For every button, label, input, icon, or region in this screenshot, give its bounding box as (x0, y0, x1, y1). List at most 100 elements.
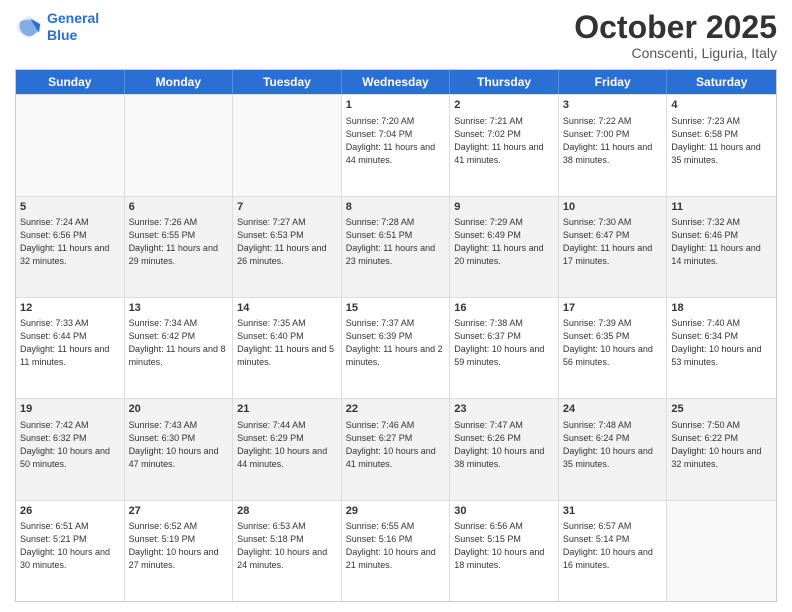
day-num-1-3: 8 (346, 200, 446, 215)
cal-cell-3-1: 20 Sunrise: 7:43 AM Sunset: 6:30 PM Dayli… (125, 399, 234, 499)
calendar-body: 1 Sunrise: 7:20 AM Sunset: 7:04 PM Daylig… (16, 94, 776, 601)
calendar: Sunday Monday Tuesday Wednesday Thursday… (15, 69, 777, 602)
day-info-2-5: Sunrise: 7:39 AM Sunset: 6:35 PM Dayligh… (563, 317, 663, 369)
day-info-4-0: Sunrise: 6:51 AM Sunset: 5:21 PM Dayligh… (20, 520, 120, 572)
day-num-2-1: 13 (129, 301, 229, 316)
cal-cell-2-4: 16Sunrise: 7:38 AM Sunset: 6:37 PM Dayli… (450, 298, 559, 398)
cal-cell-3-6: 25Sunrise: 7:50 AM Sunset: 6:22 PM Dayli… (667, 399, 776, 499)
day-num-2-3: 15 (346, 301, 446, 316)
cal-cell-0-2 (233, 95, 342, 195)
logo: General Blue (15, 10, 99, 44)
day-info-1-4: Sunrise: 7:29 AM Sunset: 6:49 PM Dayligh… (454, 216, 554, 268)
day-info-2-2: Sunrise: 7:35 AM Sunset: 6:40 PM Dayligh… (237, 317, 337, 369)
cal-cell-4-5: 31Sunrise: 6:57 AM Sunset: 5:14 PM Dayli… (559, 501, 668, 601)
day-num-0-5: 3 (563, 98, 663, 113)
cal-cell-1-4: 9Sunrise: 7:29 AM Sunset: 6:49 PM Daylig… (450, 197, 559, 297)
cal-cell-0-1 (125, 95, 234, 195)
cal-row-3: 19 Sunrise: 7:42 AM Sunset: 6:32 PM Dayli… (16, 398, 776, 499)
day-num-4-2: 28 (237, 504, 337, 519)
cal-cell-1-0: 5Sunrise: 7:24 AM Sunset: 6:56 PM Daylig… (16, 197, 125, 297)
cal-cell-4-1: 27Sunrise: 6:52 AM Sunset: 5:19 PM Dayli… (125, 501, 234, 601)
cal-cell-3-5: 24 Sunrise: 7:48 AM Sunset: 6:24 PM Dayli… (559, 399, 668, 499)
logo-icon (15, 13, 43, 41)
day-info-2-1: Sunrise: 7:34 AM Sunset: 6:42 PM Dayligh… (129, 317, 229, 369)
header-friday: Friday (559, 70, 668, 94)
day-info-2-3: Sunrise: 7:37 AM Sunset: 6:39 PM Dayligh… (346, 317, 446, 369)
cal-row-2: 12Sunrise: 7:33 AM Sunset: 6:44 PM Dayli… (16, 297, 776, 398)
header: General Blue October 2025 Conscenti, Lig… (15, 10, 777, 61)
day-info-3-1: Sunrise: 7:43 AM Sunset: 6:30 PM Dayligh… (129, 419, 229, 471)
day-num-4-5: 31 (563, 504, 663, 519)
day-info-4-5: Sunrise: 6:57 AM Sunset: 5:14 PM Dayligh… (563, 520, 663, 572)
cal-cell-4-0: 26Sunrise: 6:51 AM Sunset: 5:21 PM Dayli… (16, 501, 125, 601)
cal-cell-4-2: 28Sunrise: 6:53 AM Sunset: 5:18 PM Dayli… (233, 501, 342, 601)
day-info-3-2: Sunrise: 7:44 AM Sunset: 6:29 PM Dayligh… (237, 419, 337, 471)
day-info-1-6: Sunrise: 7:32 AM Sunset: 6:46 PM Dayligh… (671, 216, 772, 268)
calendar-header: Sunday Monday Tuesday Wednesday Thursday… (16, 70, 776, 94)
day-info-3-5: Sunrise: 7:48 AM Sunset: 6:24 PM Dayligh… (563, 419, 663, 471)
day-num-0-3: 1 (346, 98, 446, 113)
day-num-3-5: 24 (563, 402, 663, 417)
day-num-1-4: 9 (454, 200, 554, 215)
day-info-0-3: Sunrise: 7:20 AM Sunset: 7:04 PM Dayligh… (346, 115, 446, 167)
day-num-2-6: 18 (671, 301, 772, 316)
day-info-3-6: Sunrise: 7:50 AM Sunset: 6:22 PM Dayligh… (671, 419, 772, 471)
day-num-4-1: 27 (129, 504, 229, 519)
day-num-2-0: 12 (20, 301, 120, 316)
day-num-3-1: 20 (129, 402, 229, 417)
day-info-1-1: Sunrise: 7:26 AM Sunset: 6:55 PM Dayligh… (129, 216, 229, 268)
day-info-2-0: Sunrise: 7:33 AM Sunset: 6:44 PM Dayligh… (20, 317, 120, 369)
day-info-4-4: Sunrise: 6:56 AM Sunset: 5:15 PM Dayligh… (454, 520, 554, 572)
cal-cell-1-6: 11Sunrise: 7:32 AM Sunset: 6:46 PM Dayli… (667, 197, 776, 297)
day-num-1-6: 11 (671, 200, 772, 215)
header-sunday: Sunday (16, 70, 125, 94)
day-info-4-2: Sunrise: 6:53 AM Sunset: 5:18 PM Dayligh… (237, 520, 337, 572)
day-info-2-6: Sunrise: 7:40 AM Sunset: 6:34 PM Dayligh… (671, 317, 772, 369)
header-thursday: Thursday (450, 70, 559, 94)
cal-cell-0-0 (16, 95, 125, 195)
cal-cell-2-0: 12Sunrise: 7:33 AM Sunset: 6:44 PM Dayli… (16, 298, 125, 398)
cal-cell-2-1: 13Sunrise: 7:34 AM Sunset: 6:42 PM Dayli… (125, 298, 234, 398)
page: General Blue October 2025 Conscenti, Lig… (0, 0, 792, 612)
day-num-2-2: 14 (237, 301, 337, 316)
day-info-3-0: Sunrise: 7:42 AM Sunset: 6:32 PM Dayligh… (20, 419, 120, 471)
subtitle: Conscenti, Liguria, Italy (574, 45, 777, 61)
cal-cell-4-4: 30Sunrise: 6:56 AM Sunset: 5:15 PM Dayli… (450, 501, 559, 601)
day-num-1-0: 5 (20, 200, 120, 215)
cal-cell-2-6: 18Sunrise: 7:40 AM Sunset: 6:34 PM Dayli… (667, 298, 776, 398)
day-info-1-5: Sunrise: 7:30 AM Sunset: 6:47 PM Dayligh… (563, 216, 663, 268)
cal-row-0: 1 Sunrise: 7:20 AM Sunset: 7:04 PM Daylig… (16, 94, 776, 195)
cal-cell-0-4: 2Sunrise: 7:21 AM Sunset: 7:02 PM Daylig… (450, 95, 559, 195)
day-num-4-4: 30 (454, 504, 554, 519)
cal-row-4: 26Sunrise: 6:51 AM Sunset: 5:21 PM Dayli… (16, 500, 776, 601)
day-info-1-3: Sunrise: 7:28 AM Sunset: 6:51 PM Dayligh… (346, 216, 446, 268)
day-num-2-5: 17 (563, 301, 663, 316)
cal-cell-1-2: 7Sunrise: 7:27 AM Sunset: 6:53 PM Daylig… (233, 197, 342, 297)
month-title: October 2025 (574, 10, 777, 45)
day-info-1-2: Sunrise: 7:27 AM Sunset: 6:53 PM Dayligh… (237, 216, 337, 268)
cal-row-1: 5Sunrise: 7:24 AM Sunset: 6:56 PM Daylig… (16, 196, 776, 297)
cal-cell-1-5: 10Sunrise: 7:30 AM Sunset: 6:47 PM Dayli… (559, 197, 668, 297)
day-info-4-3: Sunrise: 6:55 AM Sunset: 5:16 PM Dayligh… (346, 520, 446, 572)
cal-cell-4-3: 29Sunrise: 6:55 AM Sunset: 5:16 PM Dayli… (342, 501, 451, 601)
cal-cell-2-2: 14Sunrise: 7:35 AM Sunset: 6:40 PM Dayli… (233, 298, 342, 398)
day-info-4-1: Sunrise: 6:52 AM Sunset: 5:19 PM Dayligh… (129, 520, 229, 572)
cal-cell-3-3: 22Sunrise: 7:46 AM Sunset: 6:27 PM Dayli… (342, 399, 451, 499)
day-num-3-3: 22 (346, 402, 446, 417)
cal-cell-3-2: 21Sunrise: 7:44 AM Sunset: 6:29 PM Dayli… (233, 399, 342, 499)
day-info-3-4: Sunrise: 7:47 AM Sunset: 6:26 PM Dayligh… (454, 419, 554, 471)
cal-cell-2-5: 17Sunrise: 7:39 AM Sunset: 6:35 PM Dayli… (559, 298, 668, 398)
cal-cell-1-3: 8Sunrise: 7:28 AM Sunset: 6:51 PM Daylig… (342, 197, 451, 297)
cal-cell-2-3: 15Sunrise: 7:37 AM Sunset: 6:39 PM Dayli… (342, 298, 451, 398)
header-tuesday: Tuesday (233, 70, 342, 94)
day-num-1-2: 7 (237, 200, 337, 215)
header-wednesday: Wednesday (342, 70, 451, 94)
cal-cell-3-4: 23Sunrise: 7:47 AM Sunset: 6:26 PM Dayli… (450, 399, 559, 499)
day-num-3-0: 19 (20, 402, 120, 417)
header-saturday: Saturday (667, 70, 776, 94)
title-section: October 2025 Conscenti, Liguria, Italy (574, 10, 777, 61)
day-num-0-4: 2 (454, 98, 554, 113)
day-info-1-0: Sunrise: 7:24 AM Sunset: 6:56 PM Dayligh… (20, 216, 120, 268)
cal-cell-4-6 (667, 501, 776, 601)
day-num-4-3: 29 (346, 504, 446, 519)
